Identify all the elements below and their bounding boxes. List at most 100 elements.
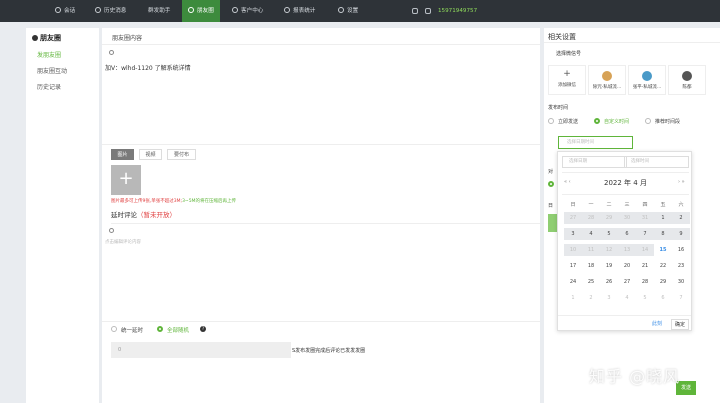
unified-delay-label: 统一延时 (121, 328, 144, 334)
nav-reports[interactable]: 报表统计 (284, 0, 315, 22)
user-icon (232, 7, 238, 13)
calendar-day: 2 (672, 212, 690, 224)
calendar-day[interactable]: 27 (618, 276, 636, 288)
calendar-day: 8 (654, 228, 672, 240)
divider (102, 321, 540, 322)
divider (562, 194, 689, 195)
calendar-day[interactable]: 26 (600, 276, 618, 288)
calendar-day[interactable]: 2 (582, 292, 600, 304)
calendar-day[interactable]: 5 (636, 292, 654, 304)
sidebar-title: 朋友圈 (32, 33, 61, 43)
calendar-day[interactable]: 29 (654, 276, 672, 288)
nav-customers[interactable]: 客户中心 (232, 0, 263, 22)
add-wechat-button[interactable]: + 添加微信 (548, 65, 586, 95)
unified-delay-radio[interactable] (111, 326, 117, 332)
weekday-label: 六 (678, 202, 684, 208)
calendar-day[interactable]: 25 (582, 276, 600, 288)
calendar-day: 4 (582, 228, 600, 240)
sidebar-item-interaction[interactable]: 朋友圈互动 (37, 66, 67, 75)
delay-comment-label: 延时评论（暂未开放） (111, 211, 176, 219)
next-month-button[interactable]: › » (678, 179, 685, 185)
emoji-icon[interactable] (109, 228, 114, 233)
calendar-day[interactable]: 4 (618, 292, 636, 304)
help-icon[interactable]: ? (200, 326, 206, 332)
nav-broadcast[interactable]: 群发助手 (148, 0, 170, 22)
calendar-day[interactable]: 23 (672, 260, 690, 272)
calendar-day[interactable]: 1 (564, 292, 582, 304)
calendar-day[interactable]: 22 (654, 260, 672, 272)
send-now-label: 立即发送 (558, 119, 579, 125)
divider (111, 223, 540, 224)
random-radio[interactable] (157, 326, 163, 332)
message-icon[interactable] (425, 8, 431, 14)
datetime-picker-input[interactable]: 选择日期时间 (558, 136, 633, 149)
calendar-day[interactable]: 30 (672, 276, 690, 288)
calendar-day[interactable]: 7 (672, 292, 690, 304)
calendar-day: 11 (582, 244, 600, 256)
moments-icon (188, 7, 194, 13)
divider (558, 315, 691, 316)
calendar-day[interactable]: 3 (600, 292, 618, 304)
option-radio[interactable] (548, 181, 554, 187)
gear-icon (338, 7, 344, 13)
calendar-day: 12 (600, 244, 618, 256)
delay-seconds-input[interactable]: 0 (111, 342, 291, 358)
calendar-day[interactable]: 18 (582, 260, 600, 272)
emoji-icon[interactable] (109, 50, 114, 55)
select-account-label: 选择微信号 (556, 51, 582, 57)
tab-video[interactable]: 视频 (139, 149, 162, 160)
calendar-day: 10 (564, 244, 582, 256)
recommend-time-radio[interactable] (645, 118, 651, 124)
calendar-day: 14 (636, 244, 654, 256)
calendar-day[interactable]: 17 (564, 260, 582, 272)
calendar-day[interactable]: 24 (564, 276, 582, 288)
calendar-day[interactable]: 6 (654, 292, 672, 304)
nav-chat[interactable]: 会话 (55, 0, 75, 22)
confirm-button[interactable]: 确定 (671, 319, 690, 330)
sidebar-item-post[interactable]: 发朋友圈 (37, 50, 61, 59)
account-card[interactable]: 除咒-私城流... (588, 65, 626, 95)
user-phone[interactable]: 15971949757 (438, 0, 477, 22)
calendar-day: 13 (618, 244, 636, 256)
date-picker-popup: 选择日期 选择时间 « ‹ 2022 年 4 月 › » 日一二三四五六 27 2… (557, 151, 692, 331)
moments-icon (32, 35, 38, 41)
weekday-label: 一 (588, 202, 594, 208)
nav-moments[interactable]: 朋友圈 (182, 0, 220, 22)
bell-icon[interactable] (412, 8, 418, 14)
divider (102, 144, 540, 145)
watermark: 知乎 @晓风 (589, 367, 681, 386)
calendar-day[interactable]: 16 (672, 244, 690, 256)
calendar-day[interactable]: 21 (636, 260, 654, 272)
account-card[interactable]: 张平-私城流... (628, 65, 666, 95)
comment-input[interactable]: 点击编辑评论内容 (105, 239, 141, 245)
content-textarea[interactable]: 加V：wlhd-1120 了解系统详情 (105, 63, 191, 72)
calendar-day[interactable]: 28 (636, 276, 654, 288)
custom-time-radio[interactable] (594, 118, 600, 124)
time-input[interactable]: 选择时间 (624, 156, 689, 168)
calendar-day: 28 (582, 212, 600, 224)
date-input[interactable]: 选择日期 (562, 156, 627, 168)
calendar-day: 6 (618, 228, 636, 240)
calendar-day[interactable]: 15 (654, 244, 672, 256)
divider (102, 44, 540, 45)
tab-link[interactable]: 要付布 (167, 149, 196, 160)
nav-history[interactable]: 历史消息 (95, 0, 126, 22)
calendar-day[interactable]: 19 (600, 260, 618, 272)
content-title: 朋友圈内容 (112, 35, 143, 42)
calendar-day[interactable]: 20 (618, 260, 636, 272)
now-button[interactable]: 此刻 (652, 320, 662, 327)
send-now-radio[interactable] (548, 118, 554, 124)
sidebar-item-history[interactable]: 历史记录 (37, 82, 61, 91)
nav-settings[interactable]: 设置 (338, 0, 358, 22)
sidebar: 朋友圈 发朋友圈 朋友圈互动 历史记录 (26, 28, 99, 403)
top-nav: 会话 历史消息 群发助手 朋友圈 客户中心 报表统计 设置 1597194975… (0, 0, 720, 22)
calendar-day: 7 (636, 228, 654, 240)
account-card[interactable]: 陈都 (668, 65, 706, 95)
recommend-time-label: 推荐时间段 (655, 119, 681, 125)
tab-image[interactable]: 图片 (111, 149, 134, 160)
month-label: 2022 年 4 月 (604, 179, 647, 187)
add-image-button[interactable]: + (111, 165, 141, 195)
calendar-day: 1 (654, 212, 672, 224)
calendar-day: 27 (564, 212, 582, 224)
calendar-day: 29 (600, 212, 618, 224)
